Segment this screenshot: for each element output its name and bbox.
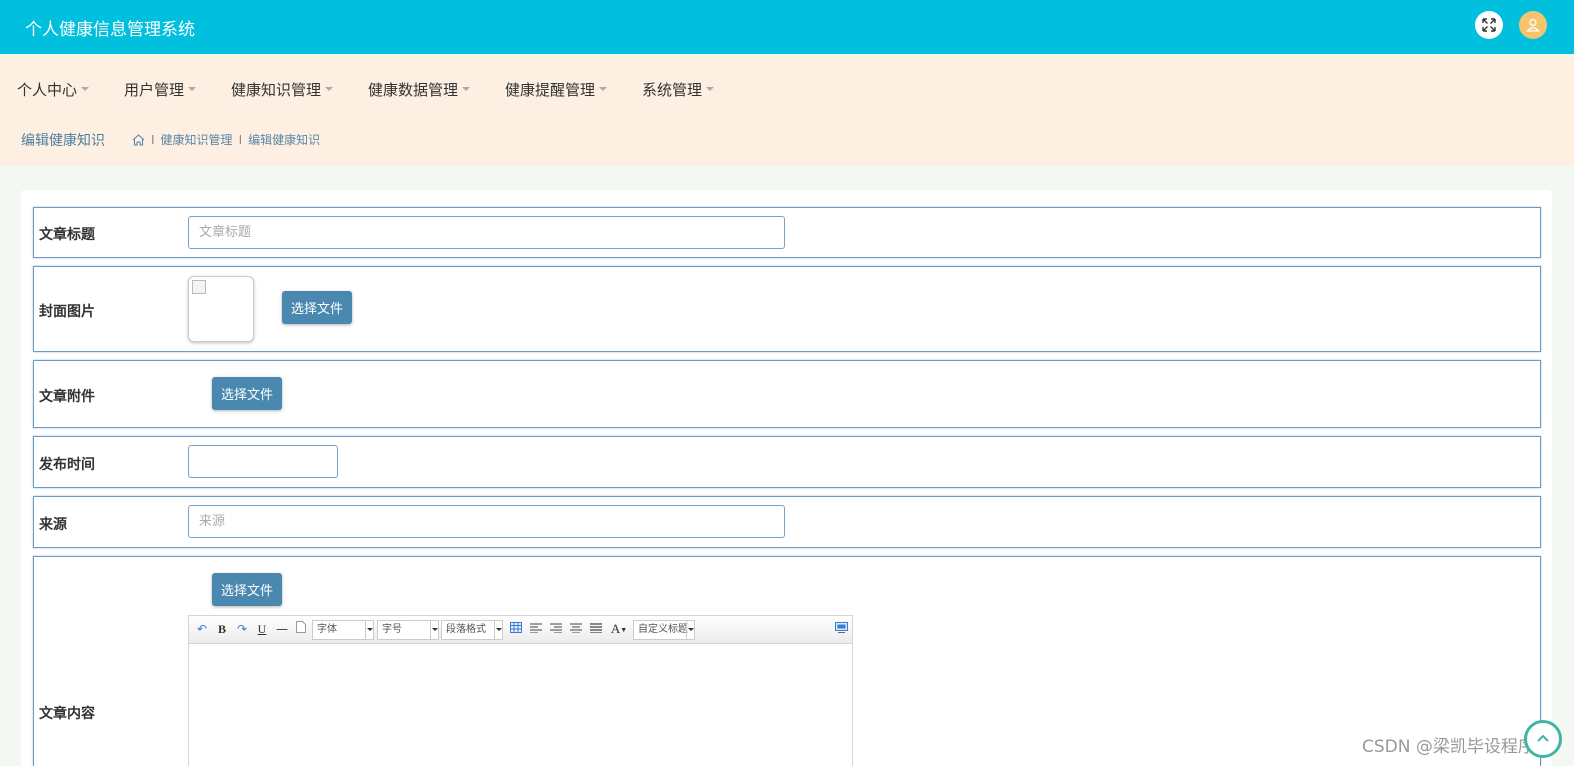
content-choose-file-button[interactable]: 选择文件 — [212, 573, 283, 606]
home-icon[interactable] — [132, 133, 145, 146]
align-right-icon[interactable] — [549, 621, 563, 637]
publish-time-input[interactable] — [188, 445, 338, 478]
form-row-publish-time: 发布时间 — [33, 436, 1541, 488]
title-label: 文章标题 — [39, 227, 95, 243]
broken-image-icon — [192, 280, 206, 294]
text-color-icon[interactable]: A▼ — [609, 621, 629, 637]
chevron-down-icon — [599, 86, 608, 91]
document-icon[interactable] — [295, 621, 307, 637]
custom-title-select[interactable]: 自定义标题 — [633, 620, 695, 640]
font-family-select[interactable]: 字体 — [312, 620, 374, 640]
app-title: 个人健康信息管理系统 — [25, 20, 195, 40]
user-icon — [1526, 18, 1540, 32]
form-row-title: 文章标题 — [33, 207, 1541, 258]
cover-image-preview[interactable] — [188, 276, 254, 342]
breadcrumb-separator: I — [238, 132, 243, 147]
page-title: 编辑健康知识 — [21, 133, 105, 149]
underline-icon[interactable]: U — [255, 621, 269, 637]
form-row-source: 来源 — [33, 496, 1541, 548]
nav-item-user-management[interactable]: 用户管理 — [124, 56, 197, 114]
breadcrumb-bar: 编辑健康知识 I 健康知识管理 I 编辑健康知识 — [0, 114, 1574, 166]
chevron-down-icon — [188, 86, 197, 91]
floating-action-button[interactable] — [1524, 720, 1562, 758]
nav-item-personal-center[interactable]: 个人中心 — [17, 56, 90, 114]
source-label: 来源 — [39, 517, 67, 533]
dropdown-arrow-icon — [686, 621, 694, 639]
chevron-down-icon — [706, 86, 715, 91]
editor-toolbar: ↶ B ↷ U — 字体 字号 段落格式 A▼ 自定义标题 — [189, 616, 852, 644]
fullscreen-button[interactable] — [1475, 11, 1503, 39]
dropdown-arrow-icon — [365, 621, 373, 639]
top-bar: 个人健康信息管理系统 — [0, 0, 1574, 54]
form-row-content: 文章内容 选择文件 ↶ B ↷ U — 字体 字号 段落格式 A▼ 自定义标题 — [33, 556, 1541, 766]
publish-time-label: 发布时间 — [39, 457, 95, 473]
chevron-down-icon — [81, 86, 90, 91]
chevron-down-icon — [325, 86, 334, 91]
breadcrumb-separator: I — [151, 132, 155, 147]
align-left-icon[interactable] — [529, 621, 543, 637]
expand-icon — [1482, 18, 1496, 32]
arrow-icon — [1537, 734, 1549, 742]
horizontal-rule-icon[interactable]: — — [275, 621, 289, 637]
table-icon[interactable] — [509, 621, 523, 637]
watermark: CSDN @梁凯毕设程序 — [1362, 737, 1535, 757]
rich-text-editor[interactable]: ↶ B ↷ U — 字体 字号 段落格式 A▼ 自定义标题 — [188, 615, 853, 766]
dropdown-arrow-icon — [430, 621, 438, 639]
attachment-label: 文章附件 — [39, 389, 95, 405]
source-input[interactable] — [188, 505, 785, 538]
breadcrumb-section[interactable]: 健康知识管理 — [161, 131, 233, 148]
content-label: 文章内容 — [39, 706, 95, 722]
breadcrumb-current: 编辑健康知识 — [248, 133, 321, 147]
redo-icon[interactable]: ↷ — [235, 621, 249, 637]
paragraph-format-select[interactable]: 段落格式 — [441, 620, 503, 640]
attachment-choose-file-button[interactable]: 选择文件 — [212, 377, 283, 410]
align-justify-icon[interactable] — [589, 621, 603, 637]
title-input[interactable] — [188, 216, 785, 249]
font-size-select[interactable]: 字号 — [377, 620, 439, 640]
nav-item-health-data[interactable]: 健康数据管理 — [368, 56, 471, 114]
cover-label: 封面图片 — [39, 304, 95, 320]
form-row-attachment: 文章附件 选择文件 — [33, 360, 1541, 428]
align-center-icon[interactable] — [569, 621, 583, 637]
bold-icon[interactable]: B — [215, 621, 229, 637]
preview-icon[interactable] — [834, 621, 848, 637]
undo-icon[interactable]: ↶ — [195, 621, 209, 637]
dropdown-arrow-icon — [494, 621, 502, 639]
chevron-down-icon — [462, 86, 471, 91]
nav-item-system[interactable]: 系统管理 — [642, 56, 715, 114]
form-row-cover: 封面图片 选择文件 — [33, 266, 1541, 352]
avatar[interactable] — [1519, 11, 1547, 39]
nav-item-health-reminder[interactable]: 健康提醒管理 — [505, 56, 608, 114]
main-nav: 个人中心 用户管理 健康知识管理 健康数据管理 健康提醒管理 系统管理 — [0, 56, 1574, 114]
breadcrumb: I 健康知识管理 I 编辑健康知识 — [132, 131, 320, 148]
nav-item-health-knowledge[interactable]: 健康知识管理 — [231, 56, 334, 114]
cover-choose-file-button[interactable]: 选择文件 — [282, 291, 353, 324]
